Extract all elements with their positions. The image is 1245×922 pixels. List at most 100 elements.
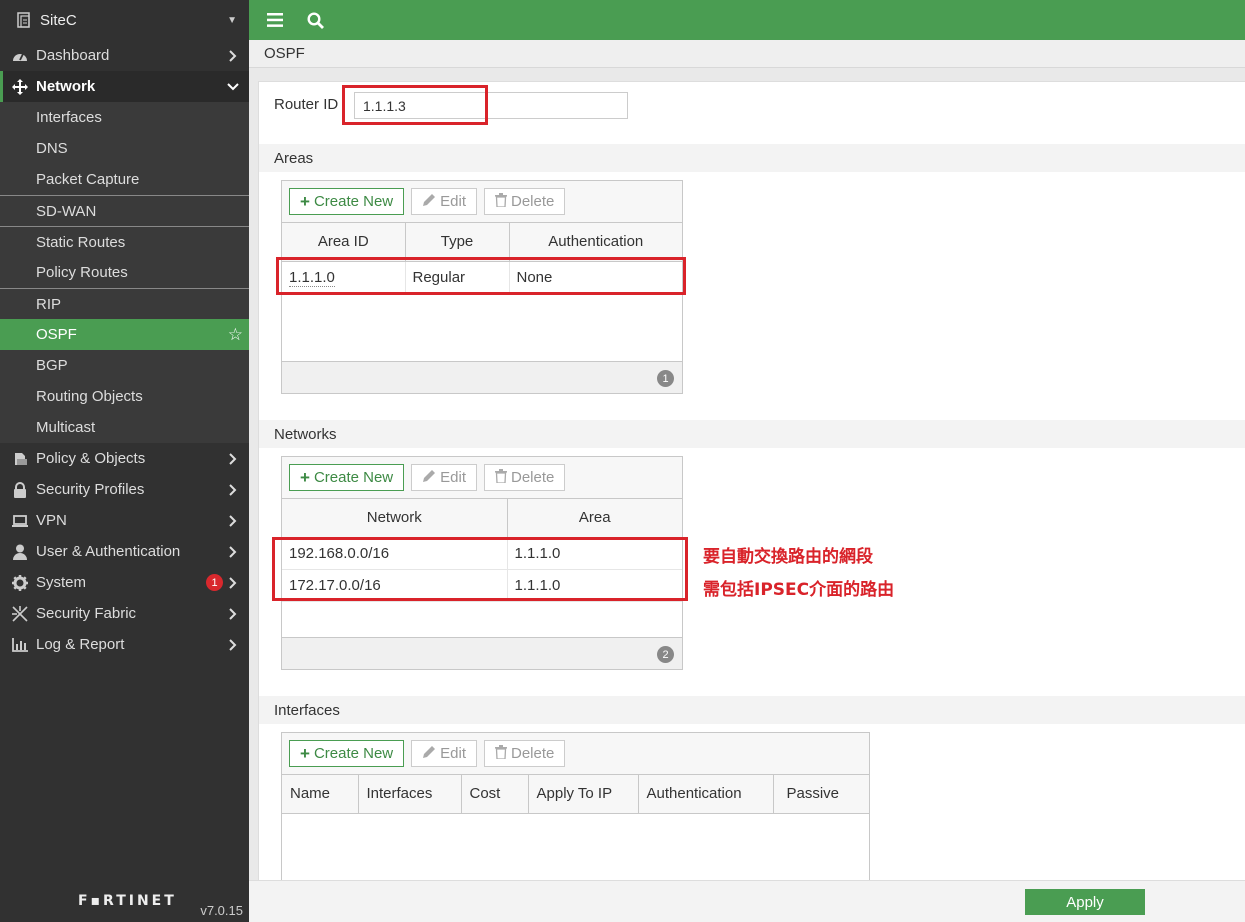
interfaces-title: Interfaces: [274, 701, 340, 719]
dashboard-icon: [10, 40, 30, 71]
cell-area-id: 1.1.1.0: [282, 261, 406, 294]
networks-section-header: Networks: [259, 420, 1245, 448]
version-label: v7.0.15: [200, 903, 243, 918]
column-header-area[interactable]: Area: [507, 499, 682, 538]
sidebar-item-security-profiles[interactable]: Security Profiles: [0, 474, 249, 505]
column-header-area-id[interactable]: Area ID: [282, 223, 406, 262]
sidebar-item-label: OSPF: [36, 326, 77, 343]
cell-type: Regular: [405, 261, 510, 294]
notification-badge: 1: [206, 574, 223, 591]
sidebar-item-interfaces[interactable]: Interfaces: [0, 102, 249, 133]
plus-icon: +: [300, 191, 310, 211]
interfaces-create-new-button[interactable]: + Create New: [289, 740, 405, 767]
page-title: OSPF: [249, 40, 1245, 68]
sidebar-item-vpn[interactable]: VPN: [0, 505, 249, 536]
networks-create-new-button[interactable]: + Create New: [289, 464, 405, 491]
router-id-input[interactable]: [354, 92, 628, 119]
sidebar-item-label: Routing Objects: [36, 388, 143, 405]
button-label: Delete: [511, 193, 555, 210]
sidebar-item-label: System: [36, 574, 87, 591]
networks-footer: 2: [282, 637, 682, 669]
column-header-authentication[interactable]: Authentication: [509, 223, 682, 262]
sidebar-item-static-routes[interactable]: Static Routes: [0, 226, 249, 257]
networks-delete-button[interactable]: Delete: [484, 464, 566, 491]
column-header-name[interactable]: Name: [282, 775, 359, 814]
menu-icon[interactable]: [263, 8, 287, 32]
star-icon[interactable]: ☆: [228, 319, 243, 350]
cell-authentication: None: [509, 261, 682, 294]
column-header-type[interactable]: Type: [405, 223, 510, 262]
sidebar-item-network[interactable]: Network: [0, 71, 249, 102]
table-row[interactable]: 172.17.0.0/16 1.1.1.0: [282, 569, 682, 602]
areas-create-new-button[interactable]: + Create New: [289, 188, 405, 215]
column-header-interfaces[interactable]: Interfaces: [358, 775, 462, 814]
sidebar-item-user-authentication[interactable]: User & Authentication: [0, 536, 249, 567]
network-icon: [10, 71, 30, 102]
button-label: Edit: [440, 193, 466, 210]
trash-icon: [495, 744, 507, 763]
button-label: Edit: [440, 469, 466, 486]
site-name: SiteC: [40, 11, 77, 29]
cell-network: 172.17.0.0/16: [282, 569, 508, 602]
user-icon: [10, 536, 30, 567]
sidebar-item-system[interactable]: System 1: [0, 567, 249, 598]
sidebar-item-label: Interfaces: [36, 109, 102, 126]
policy-icon: [10, 443, 30, 474]
sidebar-item-label: Network: [36, 78, 96, 95]
sidebar-item-routing-objects[interactable]: Routing Objects: [0, 381, 249, 412]
sidebar-item-bgp[interactable]: BGP: [0, 350, 249, 381]
button-label: Delete: [511, 469, 555, 486]
sidebar-item-log-report[interactable]: Log & Report: [0, 629, 249, 660]
sidebar-item-label: BGP: [36, 357, 68, 374]
networks-title: Networks: [274, 425, 337, 443]
areas-delete-button[interactable]: Delete: [484, 188, 566, 215]
sidebar-item-security-fabric[interactable]: Security Fabric: [0, 598, 249, 629]
areas-section-header: Areas: [259, 144, 1245, 172]
router-id-label: Router ID: [274, 96, 339, 113]
interfaces-edit-button[interactable]: Edit: [411, 740, 477, 767]
sidebar-footer: F▪RTINET v7.0.15: [0, 888, 249, 922]
sidebar-item-multicast[interactable]: Multicast: [0, 412, 249, 443]
site-selector[interactable]: SiteC ▼: [0, 0, 249, 40]
interfaces-delete-button[interactable]: Delete: [484, 740, 566, 767]
column-header-apply-to-ip[interactable]: Apply To IP: [528, 775, 639, 814]
column-header-cost[interactable]: Cost: [461, 775, 529, 814]
sidebar-item-policy-objects[interactable]: Policy & Objects: [0, 443, 249, 474]
chart-icon: [10, 629, 30, 660]
fabric-icon: [10, 598, 30, 629]
chevron-right-icon: [227, 40, 239, 71]
sidebar-item-label: Security Profiles: [36, 481, 145, 498]
apply-button[interactable]: Apply: [1025, 889, 1145, 915]
column-header-passive[interactable]: Passive: [773, 775, 869, 814]
search-icon[interactable]: [303, 8, 327, 32]
plus-icon: +: [300, 467, 310, 487]
sidebar-item-packet-capture[interactable]: Packet Capture: [0, 164, 249, 195]
sidebar-item-label: Policy & Objects: [36, 450, 146, 467]
trash-icon: [495, 468, 507, 487]
areas-footer: 1: [282, 361, 682, 393]
button-label: Create New: [313, 745, 394, 762]
lock-icon: [10, 474, 30, 505]
chevron-right-icon: [227, 598, 239, 629]
areas-edit-button[interactable]: Edit: [411, 188, 477, 215]
ospf-form: Router ID Areas + Create New Edit Delete: [258, 81, 1245, 892]
column-header-network[interactable]: Network: [282, 499, 508, 538]
button-label: Create New: [313, 469, 394, 486]
networks-edit-button[interactable]: Edit: [411, 464, 477, 491]
sidebar-item-label: User & Authentication: [36, 543, 181, 560]
sidebar-item-dns[interactable]: DNS: [0, 133, 249, 164]
sidebar-item-ospf[interactable]: OSPF ☆: [0, 319, 249, 350]
table-row[interactable]: 192.168.0.0/16 1.1.1.0: [282, 537, 682, 570]
table-row[interactable]: 1.1.1.0 Regular None: [282, 261, 682, 294]
interfaces-toolbar: + Create New Edit Delete: [282, 733, 869, 775]
sidebar-item-policy-routes[interactable]: Policy Routes: [0, 257, 249, 288]
sidebar-item-rip[interactable]: RIP: [0, 288, 249, 319]
site-icon: [16, 12, 32, 28]
sidebar-item-label: Policy Routes: [36, 264, 128, 281]
sidebar-item-sd-wan[interactable]: SD-WAN: [0, 195, 249, 226]
sidebar-item-label: Dashboard: [36, 47, 110, 64]
sidebar-item-dashboard[interactable]: Dashboard: [0, 40, 249, 71]
column-header-authentication[interactable]: Authentication: [638, 775, 774, 814]
top-bar: [249, 0, 1245, 40]
cell-network: 192.168.0.0/16: [282, 537, 508, 570]
